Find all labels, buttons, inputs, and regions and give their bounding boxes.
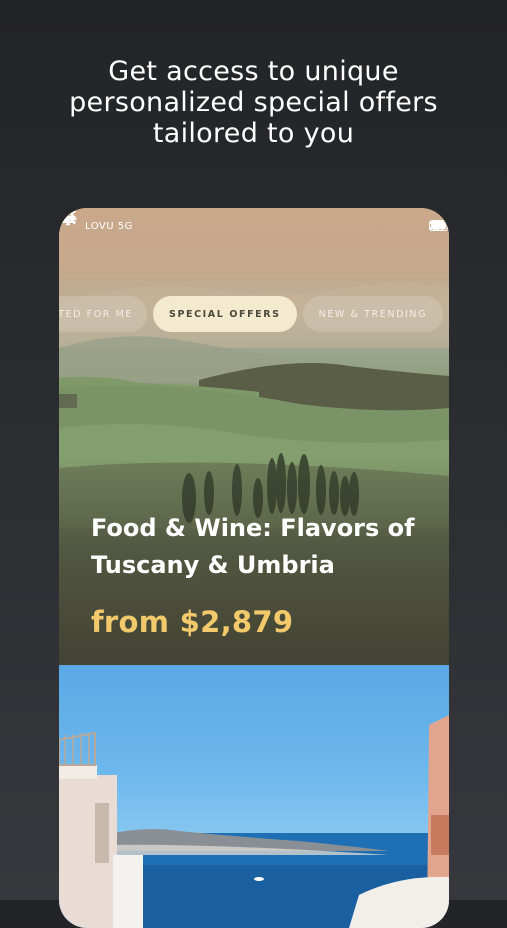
offer-title: Food & Wine: Flavors of Tuscany & Umbria xyxy=(91,510,431,584)
tab-special-offers[interactable]: SPECIAL OFFERS xyxy=(153,296,297,332)
menu-icon[interactable] xyxy=(59,208,77,226)
offer-price: from $2,879 xyxy=(91,605,294,639)
battery-icon xyxy=(429,220,449,231)
offer-title-line-1: Food & Wine: Flavors of xyxy=(91,514,415,542)
category-tabs: TED FOR ME SPECIAL OFFERS NEW & TRENDING xyxy=(59,296,449,334)
tab-new-trending[interactable]: NEW & TRENDING xyxy=(302,296,444,332)
headline-line-2: personalized special offers xyxy=(69,87,438,118)
phone-mockup: LOVU 5G TED FOR ME SPECIAL OFFERS NEW & … xyxy=(59,208,449,928)
offer-card-santorini[interactable] xyxy=(59,665,449,928)
offer-title-line-2: Tuscany & Umbria xyxy=(91,551,335,579)
headline-line-3: tailored to you xyxy=(152,118,355,149)
santorini-image xyxy=(59,715,449,928)
promo-headline: Get access to unique personalized specia… xyxy=(0,56,507,149)
offer-card-tuscany[interactable]: LOVU 5G TED FOR ME SPECIAL OFFERS NEW & … xyxy=(59,208,449,665)
tab-selected-for-me[interactable]: TED FOR ME xyxy=(59,296,147,332)
hero-gradient-overlay xyxy=(59,208,449,665)
headline-line-1: Get access to unique xyxy=(108,56,399,87)
status-carrier: LOVU 5G xyxy=(85,221,133,232)
